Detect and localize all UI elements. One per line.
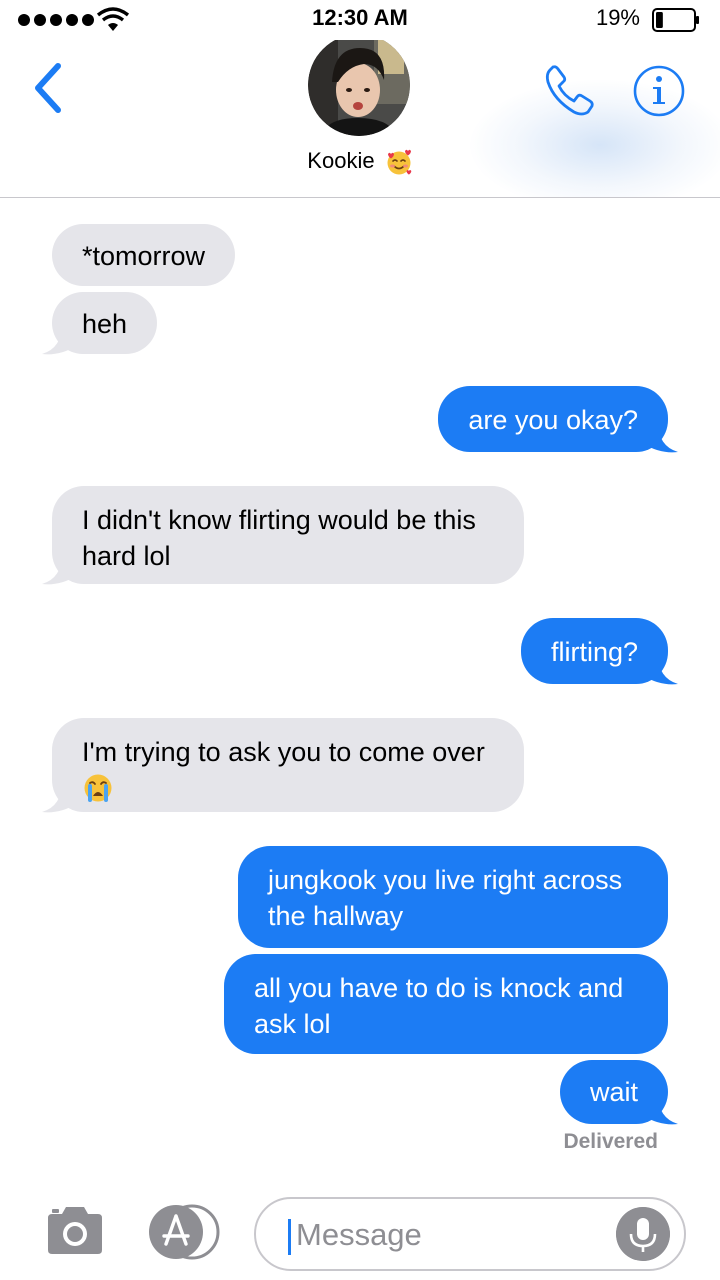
battery-icon: [652, 8, 699, 32]
message-text: jungkook you live right across the hallw…: [268, 865, 623, 931]
conversation-header: Kookie: [0, 40, 720, 198]
message-text: all you have to do is knock and ask lol: [254, 973, 624, 1039]
text-cursor: [288, 1219, 291, 1255]
message-input-bar: Message: [0, 1180, 720, 1280]
outgoing-message[interactable]: jungkook you live right across the hallw…: [238, 846, 668, 948]
incoming-bubble-tail: [42, 554, 76, 585]
app-store-icon[interactable]: [146, 1204, 222, 1260]
message-text: are you okay?: [468, 405, 638, 435]
outgoing-message[interactable]: are you okay?: [438, 386, 668, 452]
message-text: wait: [589, 1077, 638, 1107]
crying-face-icon: [84, 774, 112, 802]
outgoing-message[interactable]: all you have to do is knock and ask lol: [224, 954, 668, 1054]
incoming-message[interactable]: I'm trying to ask you to come over: [52, 718, 524, 812]
incoming-bubble-tail: [42, 782, 76, 813]
delivery-status: Delivered: [563, 1130, 658, 1153]
microphone-icon[interactable]: [616, 1207, 670, 1261]
outgoing-bubble-tail: [644, 422, 678, 453]
incoming-message[interactable]: I didn't know flirting would be this har…: [52, 486, 524, 584]
outgoing-bubble-tail: [644, 1094, 678, 1125]
outgoing-bubble-tail: [644, 654, 678, 685]
message-text: I'm trying to ask you to come over: [82, 737, 485, 767]
message-placeholder: Message: [296, 1217, 422, 1252]
message-input[interactable]: Message: [254, 1197, 686, 1271]
contact-avatar[interactable]: [308, 40, 410, 136]
info-icon[interactable]: [632, 64, 686, 118]
message-text: I didn't know flirting would be this har…: [82, 505, 476, 571]
smiling-face-with-hearts-icon: [387, 149, 412, 175]
message-text: *tomorrow: [82, 241, 206, 271]
phone-icon[interactable]: [540, 62, 598, 120]
back-button[interactable]: [28, 60, 68, 116]
battery-percentage: 19%: [595, 5, 640, 30]
contact-name-text: Kookie: [307, 148, 375, 173]
incoming-bubble-tail: [42, 324, 76, 355]
message-text: flirting?: [550, 637, 638, 667]
status-bar: 12:30 AM 19%: [0, 0, 720, 40]
incoming-message[interactable]: *tomorrow: [52, 224, 236, 286]
contact-name[interactable]: Kookie: [0, 148, 720, 176]
message-text: heh: [82, 309, 128, 339]
message-thread[interactable]: *tomorrow heh are you okay? I didn't kno…: [0, 198, 720, 1180]
camera-icon[interactable]: [44, 1204, 106, 1256]
